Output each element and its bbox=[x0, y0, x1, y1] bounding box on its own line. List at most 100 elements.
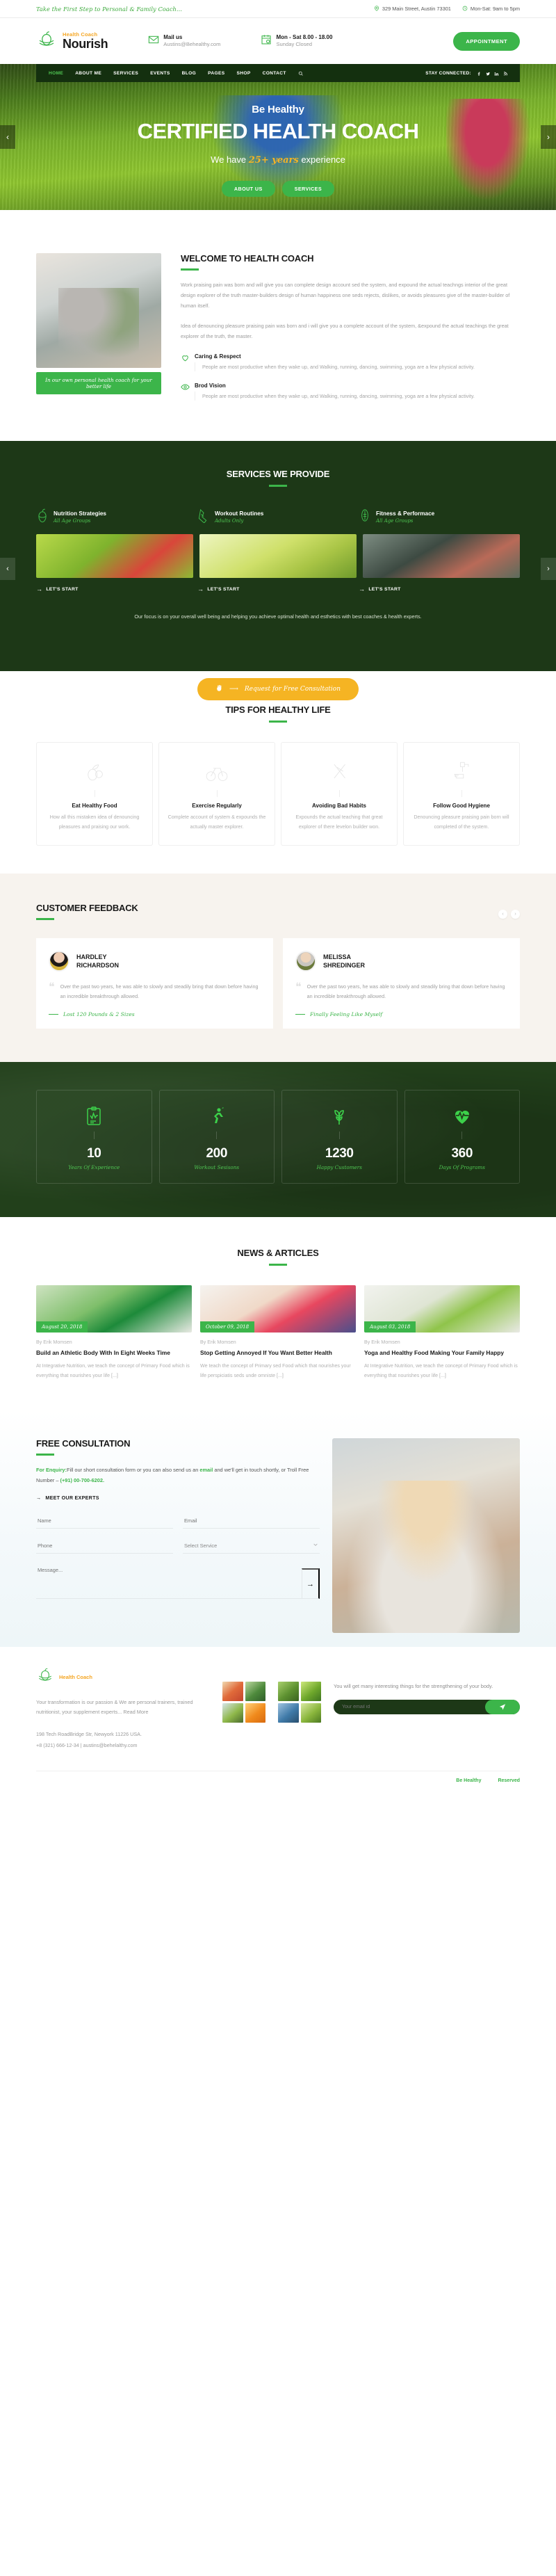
nav-item-shop[interactable]: SHOP bbox=[236, 71, 250, 76]
nav-item-services[interactable]: SERVICES bbox=[113, 71, 138, 76]
hours-label: Mon - Sat 8.00 - 18.00 bbox=[276, 34, 333, 41]
note-email-link[interactable]: email bbox=[199, 1467, 213, 1473]
news-headline[interactable]: Stop Getting Annoyed If You Want Better … bbox=[200, 1349, 356, 1358]
feedback-next-arrow[interactable]: › bbox=[511, 909, 520, 919]
newsletter-send-button[interactable] bbox=[485, 1699, 520, 1714]
service-link-fitness[interactable]: → LET'S START bbox=[359, 586, 520, 593]
newsletter-email-input[interactable] bbox=[342, 1704, 485, 1709]
service-item-fitness[interactable]: Fitness & Performace All Age Groups bbox=[359, 508, 520, 526]
copyright-bar: Be Healthy Reserved bbox=[36, 1770, 520, 1792]
welcome-section: In our own personal health coach for you… bbox=[0, 210, 556, 441]
service-image-workout[interactable] bbox=[199, 534, 357, 579]
gallery-thumb[interactable] bbox=[278, 1681, 299, 1701]
gallery-thumb[interactable] bbox=[222, 1681, 243, 1701]
news-card[interactable]: August 20, 2018 By Erik Momsen Build an … bbox=[36, 1285, 192, 1380]
gallery-thumb[interactable] bbox=[278, 1702, 299, 1723]
gallery-thumb[interactable] bbox=[245, 1702, 265, 1723]
paper-plane-icon bbox=[499, 1702, 506, 1712]
service-item-workout[interactable]: Workout Routines Adults Only bbox=[197, 508, 359, 526]
header-hours-block: Mon - Sat 8.00 - 18.00 Sunday Closed bbox=[261, 33, 332, 49]
email-input[interactable] bbox=[183, 1513, 320, 1529]
counter-number: 360 bbox=[451, 1146, 473, 1161]
hero-prev-arrow[interactable]: ‹ bbox=[0, 125, 15, 149]
nav-item-home[interactable]: HOME bbox=[49, 71, 63, 76]
services-next-arrow[interactable]: › bbox=[541, 558, 556, 581]
hero-slider: ‹ › Be Healthy CERTIFIED HEALTH COACH We… bbox=[0, 64, 556, 210]
linkedin-icon[interactable] bbox=[494, 67, 499, 79]
gallery-thumb[interactable] bbox=[222, 1702, 243, 1723]
footer-link-be-healthy[interactable]: Be Healthy bbox=[456, 1778, 481, 1783]
facebook-icon[interactable] bbox=[477, 67, 482, 79]
request-consultation-button[interactable]: ⟶ Request for Free Consultation bbox=[197, 677, 359, 700]
name-input[interactable] bbox=[36, 1513, 173, 1529]
footer-link-reserved[interactable]: Reserved bbox=[498, 1778, 520, 1783]
hero-sub-accent: 25+ years bbox=[248, 155, 299, 166]
service-link-nutrition[interactable]: → LET'S START bbox=[36, 586, 197, 593]
avatar bbox=[295, 950, 316, 972]
counter-number: 200 bbox=[206, 1146, 227, 1161]
news-card[interactable]: August 03, 2018 By Erik Momsen Yoga and … bbox=[364, 1285, 520, 1380]
news-excerpt: We teach the concept of Primary sed Food… bbox=[200, 1363, 351, 1378]
meet-our-experts-link[interactable]: → MEET OUR EXPERTS bbox=[36, 1495, 320, 1501]
service-link-workout[interactable]: → LET'S START bbox=[197, 586, 359, 593]
location-pin-icon bbox=[374, 5, 379, 13]
counter-divider bbox=[338, 1132, 340, 1140]
select-service-dropdown[interactable]: Select Service bbox=[183, 1538, 320, 1554]
twitter-icon[interactable] bbox=[486, 67, 491, 79]
tip-card-exercise[interactable]: Exercise Regularly Complete account of s… bbox=[158, 741, 275, 846]
social-links: STAY CONNECTED: bbox=[425, 67, 507, 79]
hero-sub-pre: We have bbox=[211, 154, 249, 165]
apple-leaf-logo-icon bbox=[36, 29, 57, 54]
service-name: Nutrition Strategies bbox=[54, 510, 106, 517]
mail-label: Mail us bbox=[163, 34, 183, 41]
top-address: 329 Main Street, Austin 73301 bbox=[374, 5, 451, 13]
tip-divider bbox=[461, 789, 462, 797]
news-image: August 03, 2018 bbox=[364, 1285, 520, 1333]
appointment-button[interactable]: APPOINTMENT bbox=[453, 31, 520, 51]
nav-item-about-me[interactable]: ABOUT ME bbox=[75, 71, 101, 76]
gallery-thumb[interactable] bbox=[245, 1681, 265, 1701]
hero-services-button[interactable]: SERVICES bbox=[281, 181, 335, 197]
counter-divider bbox=[461, 1132, 463, 1140]
hero-next-arrow[interactable]: › bbox=[541, 125, 556, 149]
service-item-nutrition[interactable]: Nutrition Strategies All Age Groups bbox=[36, 508, 197, 526]
top-hours: Mon-Sat: 9am to 5pm bbox=[462, 6, 520, 13]
submit-arrow-button[interactable]: → bbox=[302, 1568, 320, 1600]
service-image-nutrition[interactable] bbox=[36, 534, 193, 579]
gallery-thumb[interactable] bbox=[300, 1681, 321, 1701]
nav-item-contact[interactable]: CONTACT bbox=[263, 71, 286, 76]
plant-icon bbox=[288, 1104, 391, 1128]
tip-card-hygiene[interactable]: Follow Good Hygiene Denouncing pleasure … bbox=[403, 741, 520, 846]
feedback-quote: Over the past two years, he was able to … bbox=[60, 983, 259, 1000]
services-prev-arrow[interactable]: ‹ bbox=[0, 558, 15, 581]
brand-logo[interactable]: Health Coach Nourish bbox=[36, 29, 108, 54]
hero-about-us-button[interactable]: ABOUT US bbox=[221, 181, 275, 197]
gallery-thumb[interactable] bbox=[300, 1702, 321, 1723]
feedback-prev-arrow[interactable]: ‹ bbox=[498, 909, 507, 919]
footer-brand[interactable]: Health Coach bbox=[36, 1666, 210, 1688]
hero-title: CERTIFIED HEALTH COACH bbox=[137, 119, 419, 143]
mail-value[interactable]: Austins@Behealthy.com bbox=[163, 41, 220, 49]
nav-item-blog[interactable]: BLOG bbox=[182, 71, 196, 76]
news-headline[interactable]: Build an Athletic Body With In Eight Wee… bbox=[36, 1349, 192, 1358]
nav-item-pages[interactable]: PAGES bbox=[208, 71, 224, 76]
hand-icon bbox=[215, 684, 223, 694]
search-icon[interactable] bbox=[298, 71, 303, 76]
counters-section: 10 Years Of Experience 200 Workout Sesis… bbox=[0, 1062, 556, 1218]
nav-item-events[interactable]: EVENTS bbox=[150, 71, 170, 76]
news-headline[interactable]: Yoga and Healthy Food Making Your Family… bbox=[364, 1349, 520, 1358]
service-image-fitness[interactable] bbox=[363, 534, 520, 579]
welcome-para-2: Idea of denouncing pleasure praising pai… bbox=[181, 322, 509, 339]
tip-title: Follow Good Hygiene bbox=[433, 802, 490, 809]
tip-card-eat-healthy[interactable]: Eat Healthy Food How all this mistaken i… bbox=[36, 741, 153, 846]
phone-input[interactable] bbox=[36, 1538, 173, 1554]
message-textarea[interactable] bbox=[36, 1563, 302, 1600]
news-image: October 09, 2018 bbox=[200, 1285, 356, 1333]
tip-text: How all this mistaken idea of denouncing… bbox=[49, 814, 140, 830]
tip-card-bad-habits[interactable]: Avoiding Bad Habits Expounds the actual … bbox=[281, 741, 398, 846]
hand-wash-icon bbox=[412, 757, 511, 786]
welcome-feature-caring: Caring & Respect People are most product… bbox=[181, 353, 520, 372]
news-author: By Erik Momsen bbox=[36, 1339, 72, 1346]
rss-icon[interactable] bbox=[503, 67, 508, 79]
news-card[interactable]: October 09, 2018 By Erik Momsen Stop Get… bbox=[200, 1285, 356, 1380]
